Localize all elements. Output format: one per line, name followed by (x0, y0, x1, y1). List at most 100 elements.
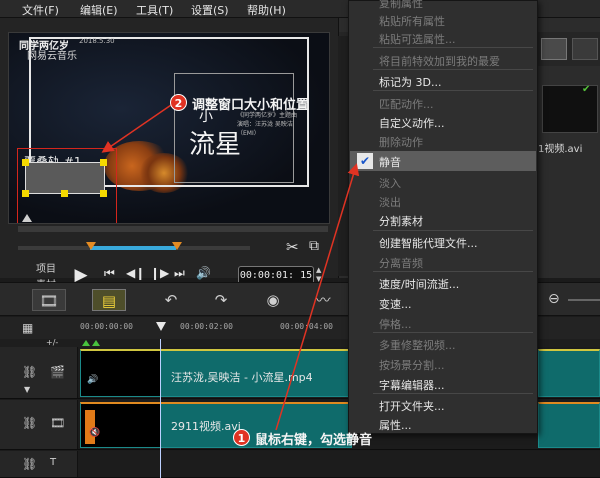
menu-separator (373, 393, 533, 394)
library-tab-media[interactable] (541, 38, 567, 60)
title-track-header: ⛓ T (0, 451, 78, 477)
library-tab-folder[interactable] (572, 38, 598, 60)
fit-timeline-icon[interactable]: ▦ (22, 321, 33, 335)
menu-separator (373, 90, 533, 91)
pip-resize-handle[interactable] (22, 159, 29, 166)
step1-badge: 1 (233, 429, 250, 446)
skip-start-icon[interactable]: ⏮ (104, 266, 115, 281)
menu-edit[interactable]: 编辑(E) (80, 2, 118, 18)
ctx-open-folder[interactable]: 打开文件夹... (379, 398, 445, 414)
ctx-speed-time-lapse[interactable]: 速度/时间流逝... (379, 276, 459, 292)
ctx-properties[interactable]: 属性... (379, 417, 412, 433)
video-clip-title: 汪苏泷,吴映洁 - 小流星.mp4 (171, 371, 313, 384)
ctx-split-clip[interactable]: 分割素材 (379, 213, 423, 229)
scrub-bar[interactable] (18, 226, 328, 232)
menu-separator (373, 332, 533, 333)
link-icon[interactable]: ⛓ (22, 416, 37, 430)
ctx-subtitle-editor[interactable]: 字幕编辑器... (379, 377, 445, 393)
marker-icon (92, 340, 100, 346)
overlay-clip-title: 2911视频.avi (171, 420, 241, 433)
video-track-icon[interactable]: 🎬 (50, 365, 65, 379)
ctx-custom-motion[interactable]: 自定义动作... (379, 115, 445, 131)
ruler-tick: 00:00:02:00 (180, 322, 233, 331)
brand-subtitle: 网易云音乐 (27, 51, 77, 62)
menu-settings[interactable]: 设置(S) (191, 2, 229, 18)
video-track-header: ⛓ 🎬 ▼ (0, 347, 78, 398)
song-title-large: 流星 (189, 130, 242, 160)
pip-resize-handle[interactable] (61, 190, 68, 197)
title-track: ⛓ T (0, 451, 600, 478)
timeline-view-button[interactable]: 🎞 (32, 289, 66, 311)
ctx-mark-3d[interactable]: 标记为 3D... (379, 74, 441, 90)
step-back-icon[interactable]: ◀❙ (126, 266, 145, 280)
trim-end-handle[interactable] (172, 242, 182, 250)
overlay-track-icon[interactable]: 🎞 (50, 416, 65, 430)
mute-icon: 🔇 (89, 428, 101, 438)
menu-separator (373, 47, 533, 48)
menu-separator (373, 271, 533, 272)
context-menu-highlight: ✔ (350, 151, 536, 171)
trim-start-handle[interactable] (86, 242, 96, 250)
video-clip[interactable]: 🔊 汪苏泷,吴映洁 - 小流星.mp4 (80, 349, 352, 397)
ctx-add-favorite: 将目前特效加到我的最爱 (379, 55, 500, 68)
pip-selection-box: 覆叠轨 #1 (17, 148, 117, 223)
step-forward-icon[interactable]: ❙▶ (150, 266, 169, 280)
menu-help[interactable]: 帮助(H) (247, 2, 286, 18)
audio-icon: 🔊 (87, 375, 99, 385)
add-remove-track-button[interactable]: +/- (46, 338, 58, 347)
overlay-clip-tail[interactable] (538, 402, 600, 448)
playhead[interactable] (156, 322, 166, 331)
clip-thumbnail-strip (85, 410, 95, 444)
zoom-slider[interactable] (568, 299, 600, 301)
zoom-out-icon[interactable]: ⊖ (548, 291, 560, 307)
step2-badge: 2 (170, 94, 187, 111)
scissors-icon[interactable]: ✂ (286, 238, 299, 256)
menu-file[interactable]: 文件(F) (22, 2, 59, 18)
trim-bar[interactable] (18, 242, 250, 250)
ctx-split-by-scene: 按场景分割... (379, 359, 445, 372)
record-icon[interactable]: ◉ (256, 289, 290, 311)
copy-icon[interactable]: ⧉ (309, 238, 319, 254)
ctx-fade-out: 淡出 (379, 196, 401, 209)
step1-label: 鼠标右键，勾选静音 (255, 433, 373, 448)
menu-separator (373, 230, 533, 231)
scrub-marker[interactable] (22, 214, 32, 222)
link-icon[interactable]: ⛓ (22, 457, 37, 471)
clip-thumbnail: 🔊 (81, 351, 161, 396)
ctx-mute[interactable]: 静音 (379, 154, 401, 170)
redo-icon[interactable]: ↷ (204, 289, 238, 311)
volume-icon[interactable]: 🔊 (196, 266, 211, 280)
overlay-track-header: ⛓ 🎞 (0, 400, 78, 449)
link-icon[interactable]: ⛓ (22, 365, 37, 379)
trim-range (90, 246, 176, 250)
skip-end-icon[interactable]: ⏭ (174, 266, 185, 281)
project-mode-label[interactable]: 项目 (36, 260, 56, 275)
step2-label: 调整窗口大小和位置 (192, 98, 310, 113)
ctx-match-motion: 匹配动作... (379, 98, 434, 111)
pip-resize-handle[interactable] (22, 190, 29, 197)
ctx-fade-in: 淡入 (379, 177, 401, 190)
check-icon: ✔ (582, 84, 591, 95)
video-preview[interactable]: 同学两亿岁 2018.5.30 网易云音乐 小流星 《同学两亿岁》主题曲 演唱：… (8, 32, 330, 224)
library-side-strip (338, 36, 348, 276)
pip-resize-handle[interactable] (100, 159, 107, 166)
ctx-delete-motion: 删除动作 (379, 136, 423, 149)
pip-resize-handle[interactable] (100, 190, 107, 197)
playhead-line (160, 339, 161, 478)
storyboard-view-button[interactable]: ▤ (92, 289, 126, 311)
preview-player: 同学两亿岁 2018.5.30 网易云音乐 小流星 《同学两亿岁》主题曲 演唱：… (0, 18, 338, 291)
undo-icon[interactable]: ↶ (154, 289, 188, 311)
expand-icon[interactable]: ▼ (24, 385, 30, 394)
audio-mixer-icon[interactable]: 〰 (306, 289, 340, 311)
ctx-paste-all-attributes: 粘贴所有属性 (379, 15, 445, 28)
title-track-icon[interactable]: T (50, 457, 56, 468)
video-clip-tail[interactable] (538, 349, 600, 397)
ctx-variable-speed[interactable]: 变速... (379, 296, 412, 312)
marker-icon (82, 340, 90, 346)
brand-date: 2018.5.30 (79, 37, 115, 45)
ctx-multi-trim: 多重修整视频... (379, 339, 456, 352)
ctx-create-proxy[interactable]: 创建智能代理文件... (379, 235, 478, 251)
library-clip-name: 1视频.avi (538, 144, 583, 155)
song-credits: 《同学两亿岁》主题曲 演唱：汪苏泷 吴映洁（EMI） (237, 112, 298, 137)
menu-tools[interactable]: 工具(T) (136, 2, 173, 18)
